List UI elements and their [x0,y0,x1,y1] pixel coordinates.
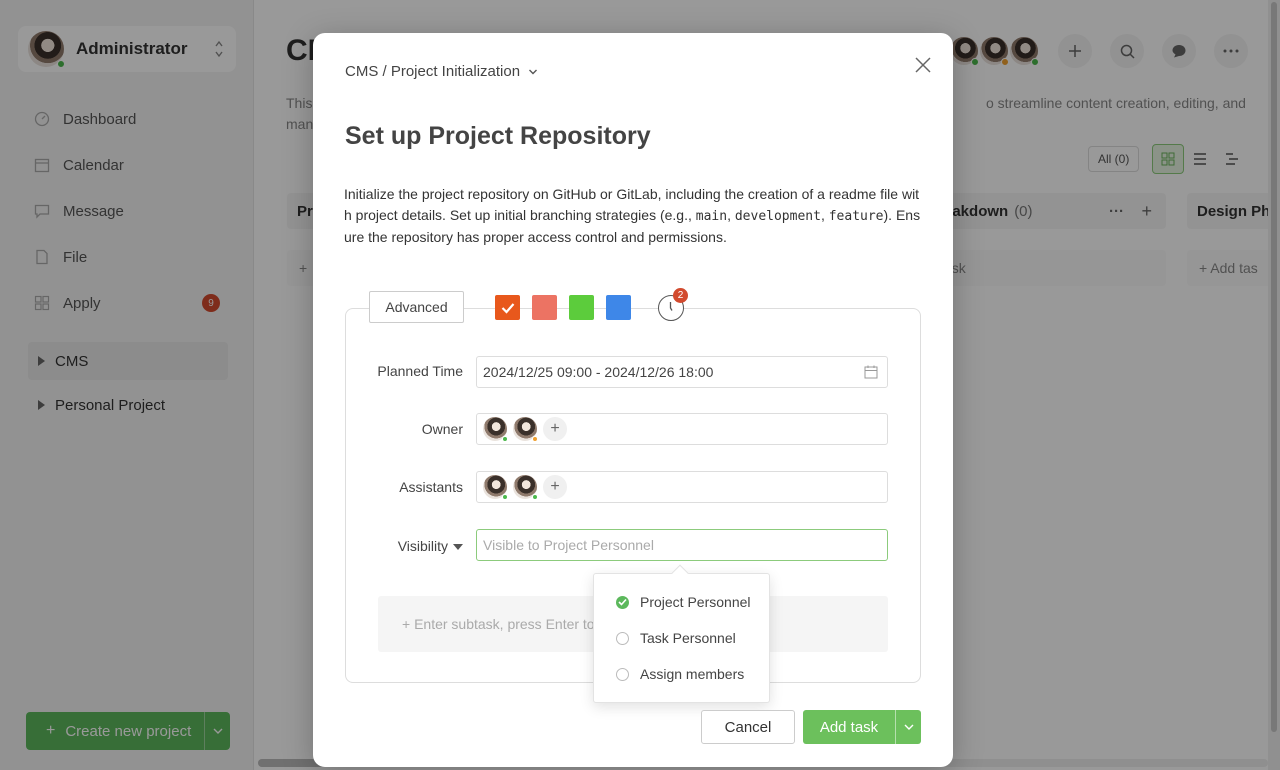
assistant-avatar[interactable] [483,475,508,500]
color-swatch-salmon[interactable] [532,295,557,320]
close-icon[interactable] [913,55,933,75]
visibility-label-text: Visibility [397,538,448,554]
add-task-label: Add task [819,718,879,736]
caret-down-icon [453,544,463,551]
reminder-badge: 2 [673,288,688,303]
option-task-personnel[interactable]: Task Personnel [616,628,736,648]
desc-sep: , [820,207,829,223]
desc-sep: , [727,207,735,223]
owner-avatar[interactable] [483,417,508,442]
code-main: main [695,209,728,224]
assistant-avatar[interactable] [513,475,538,500]
visibility-label[interactable]: Visibility [313,538,463,554]
breadcrumb[interactable]: CMS / Project Initialization [345,63,538,80]
check-icon [501,302,514,314]
owner-field[interactable]: + [476,413,888,445]
breadcrumb-text: CMS / Project Initialization [345,63,521,80]
assistants-field[interactable]: + [476,471,888,503]
add-task-button[interactable]: Add task [803,710,921,744]
chevron-down-icon [529,69,538,74]
radio-icon [616,631,629,645]
visibility-placeholder: Visible to Project Personnel [483,537,654,553]
radio-checked-icon [616,595,629,609]
advanced-tab[interactable]: Advanced [369,291,464,323]
color-swatch-blue[interactable] [606,295,631,320]
code-development: development [734,209,821,224]
add-assistant-button[interactable]: + [543,475,567,499]
calendar-icon [864,365,878,379]
visibility-select[interactable]: Visible to Project Personnel [476,529,888,561]
cancel-button[interactable]: Cancel [701,710,795,744]
code-feature: feature [828,209,884,224]
owner-avatar[interactable] [513,417,538,442]
task-title[interactable]: Set up Project Repository [345,122,651,151]
option-assign-members[interactable]: Assign members [616,664,744,684]
planned-time-field[interactable]: 2024/12/25 09:00 - 2024/12/26 18:00 [476,356,888,388]
planned-time-value: 2024/12/25 09:00 - 2024/12/26 18:00 [483,364,714,380]
visibility-dropdown: Project Personnel Task Personnel Assign … [593,573,770,703]
option-project-personnel[interactable]: Project Personnel [616,592,751,612]
add-owner-button[interactable]: + [543,417,567,441]
assistants-label: Assistants [399,479,463,495]
chevron-down-icon [904,724,913,730]
radio-icon [616,667,629,681]
option-label: Project Personnel [640,594,751,610]
color-swatch-green[interactable] [569,295,594,320]
option-label: Assign members [640,666,745,682]
option-label: Task Personnel [640,630,736,646]
color-swatch-orange[interactable] [495,295,520,320]
task-modal: CMS / Project Initialization Set up Proj… [313,33,953,767]
owner-label: Owner [421,421,463,437]
task-description[interactable]: Initialize the project repository on Git… [344,184,924,248]
planned-time-label: Planned Time [377,363,463,379]
add-task-dropdown[interactable] [895,710,921,744]
